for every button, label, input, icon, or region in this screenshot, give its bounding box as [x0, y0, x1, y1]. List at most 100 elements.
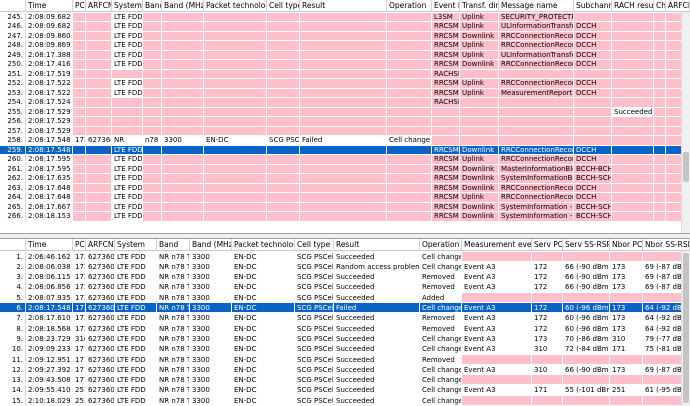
bottom-table-row[interactable]: 14.2:09:55.410251627360LTE FDDNR n78 TDD…	[0, 385, 690, 396]
top-col-header-op[interactable]: Operation	[387, 0, 432, 12]
top-cell-pci	[73, 155, 86, 165]
bottom-table-row[interactable]: 4.2:08:06.856173627360LTE FDDNR n78 TDD3…	[0, 282, 690, 293]
top-cell-op	[387, 98, 432, 108]
bottom-table-row[interactable]: 5.2:08:07.935172627360LTE FDDNR n78 TDD3…	[0, 292, 690, 303]
bottom-col-header-time[interactable]: Time	[26, 239, 73, 251]
bottom-event-table[interactable]: Time PCI ARFCN System Band Band (MHz) Packet t…	[0, 238, 690, 406]
top-col-header-ct[interactable]: Cell type	[267, 0, 300, 12]
top-table-row[interactable]: 257. 2:08:17.529	[0, 126, 690, 136]
bottom-cell-srsrp	[563, 395, 610, 406]
bottom-col-header-arfcn[interactable]: ARFCN	[86, 239, 115, 251]
bottom-table-row[interactable]: 9.2:08:23.729310627360LTE FDDNR n78 TDD3…	[0, 333, 690, 345]
bottom-col-header-sp[interactable]: Serv PCI	[532, 239, 563, 251]
bottom-cell-np: 171	[610, 344, 643, 355]
top-col-header-msg[interactable]: Message name	[499, 0, 574, 12]
top-table-row[interactable]: 263. 2:08:17.648 LTE FDD RRCSM Downlink RRCCo…	[0, 183, 690, 193]
bottom-table-row[interactable]: 6.2:08:17.548173627360LTE FDDNR n78 TDD3…	[0, 301, 690, 315]
bottom-cell-np	[610, 375, 643, 386]
top-table-row[interactable]: 260. 2:08:17.595 LTE FDD RRCSM Uplink RRCConn…	[0, 155, 690, 165]
bottom-col-header-result[interactable]: Result	[334, 239, 420, 251]
top-col-header-pt[interactable]: Packet technology	[204, 0, 267, 12]
top-cell-result: Failed	[300, 136, 387, 146]
top-cell-ch	[654, 117, 666, 127]
top-table-row[interactable]: 246. 2:08:09.682 LTE FDD RRCSM Uplink ULInfor…	[0, 22, 690, 32]
top-table-row[interactable]: 259. 2:08:17.548 LTE FDD RRCSM Downlink RRCCo…	[0, 144, 690, 156]
top-col-header-ev[interactable]: Event ID	[432, 0, 460, 12]
bottom-table-row[interactable]: 12.2:09:27.392171627360LTE FDDNR n78 TDD…	[0, 364, 690, 376]
top-col-header-ch[interactable]: Ch	[654, 0, 666, 12]
top-cell-arfcn	[86, 117, 112, 127]
bottom-table-row[interactable]: 15.2:10:18.029251627360LTE FDDNR n78 TDD…	[0, 395, 690, 406]
top-cell-system	[112, 117, 143, 127]
top-col-header-n[interactable]	[0, 0, 26, 12]
bottom-col-header-n[interactable]	[0, 239, 26, 251]
top-table-row[interactable]: 247. 2:08:09.860 LTE FDD RRCSM Downlink RRCCo…	[0, 31, 690, 41]
top-col-header-sub[interactable]: Subchannel	[574, 0, 612, 12]
bottom-col-header-nrsrp[interactable]: Nbor SS-RSRP	[643, 239, 690, 251]
top-col-header-pci[interactable]: PCI	[73, 0, 86, 12]
top-table-row[interactable]: 261. 2:08:17.595 LTE FDD RRCSM Downlink Maste…	[0, 164, 690, 174]
top-table-row[interactable]: 248. 2:08:09.869 LTE FDD RRCSM Uplink RRCConn…	[0, 41, 690, 51]
bottom-col-header-system[interactable]: System	[115, 239, 157, 251]
bottom-col-header-pt[interactable]: Packet technology	[232, 239, 295, 251]
bottom-table-scrollbar[interactable]	[681, 251, 690, 406]
top-cell-band	[143, 69, 162, 79]
bottom-table-row[interactable]: 11.2:09:12.951171627360LTE FDDNR n78 TDD…	[0, 354, 690, 365]
bottom-col-header-op[interactable]: Operation	[420, 239, 462, 251]
top-table-row[interactable]: 254.2:08:17.524 RACHSM	[0, 98, 690, 108]
bottom-table-row[interactable]: 1.2:06:46.162173627360LTE FDDNR n78 TDD3…	[0, 251, 690, 262]
top-table-row[interactable]: 249. 2:08:17.388 LTE FDD RRCSM Uplink ULInfor…	[0, 50, 690, 60]
top-col-header-bmhz[interactable]: Band (MHz)	[162, 0, 204, 12]
top-cell-sub	[574, 107, 612, 117]
top-col-header-result[interactable]: Result	[300, 0, 387, 12]
top-table-row[interactable]: 256. 2:08:17.529	[0, 117, 690, 127]
bottom-table-scrollbar-thumb[interactable]	[683, 253, 689, 403]
top-col-header-dir[interactable]: Transf. dir.	[460, 0, 499, 12]
top-col-header-arfcn2[interactable]: ARFCN	[666, 0, 690, 12]
top-cell-pt	[204, 202, 267, 212]
bottom-table-row[interactable]: 13.2:09:43.508171627360LTE FDDNR n78 TDD…	[0, 375, 690, 386]
top-table-row[interactable]: 262. 2:08:17.635 LTE FDD RRCSM Downlink Syste…	[0, 174, 690, 184]
bottom-col-header-me[interactable]: Measurement event	[462, 239, 532, 251]
bottom-col-header-bmhz[interactable]: Band (MHz)	[190, 239, 232, 251]
top-table-scrollbar[interactable]	[681, 12, 690, 233]
bottom-cell-me: Event A3	[462, 323, 532, 334]
bottom-cell-result: Succeeded	[334, 364, 420, 376]
top-message-table[interactable]: TimePCIARFCNSystemBandBand (MHz)Packet t…	[0, 0, 690, 234]
bottom-col-header-band[interactable]: Band	[157, 239, 190, 251]
top-col-header-arfcn[interactable]: ARFCN	[86, 0, 112, 12]
bottom-col-header-pci[interactable]: PCI	[73, 239, 86, 251]
top-table-scrollbar-thumb[interactable]	[683, 152, 689, 182]
top-table-row[interactable]: 264. 2:08:17.648 LTE FDD RRCSM Uplink RRCConn…	[0, 193, 690, 203]
top-col-header-system[interactable]: System	[112, 0, 143, 12]
bottom-col-header-np[interactable]: Nbor PCI	[610, 239, 643, 251]
bottom-table-row[interactable]: 2.2:08:06.038173627360LTE FDDNR n78 TDD3…	[0, 261, 690, 273]
bottom-cell-bmhz: 3300	[190, 261, 232, 273]
top-table-row[interactable]: 250. 2:08:17.416 LTE FDD RRCSM Downlink RRCCo…	[0, 60, 690, 70]
bottom-table-row[interactable]: 3.2:08:06.115173627360LTE FDDNR n78 TDD3…	[0, 272, 690, 283]
top-table-row[interactable]: 245. 2:08:09.682 LTE FDD L3SM Uplink SECURITY…	[0, 12, 690, 22]
top-cell-band	[143, 145, 162, 155]
top-table-row[interactable]: 258.2:08:17.548173627360NRn783300EN-DCSC…	[0, 136, 690, 146]
top-cell-band	[143, 193, 162, 203]
bottom-cell-me: Event A3	[462, 303, 532, 314]
top-table-row[interactable]: 266. 2:08:18.153 LTE FDD RRCSM Downlink Syste…	[0, 212, 690, 222]
bottom-table-row[interactable]: 8.2:08:18.568173627360LTE FDDNR n78 TDD3…	[0, 323, 690, 334]
bottom-table-row[interactable]: 10.2:09:09.233171627360LTE FDDNR n78 TDD…	[0, 344, 690, 355]
top-table-row[interactable]: 252. 2:08:17.522 LTE FDD RRCSM Uplink RRCConn…	[0, 79, 690, 89]
bottom-cell-band: NR n78 TDD	[157, 282, 190, 293]
bottom-col-header-ct[interactable]: Cell type	[295, 239, 334, 251]
bottom-cell-system: LTE FDD	[115, 344, 157, 355]
top-col-header-rach[interactable]: RACH result	[612, 0, 654, 12]
top-cell-system: LTE FDD	[112, 183, 143, 193]
bottom-cell-ct: SCG PSCell	[295, 292, 334, 303]
top-table-row[interactable]: 255. 2:08:17.529 Succeeded	[0, 107, 690, 117]
bottom-table-row[interactable]: 7.2:08:17.610173627360LTE FDDNR n78 TDD3…	[0, 313, 690, 324]
bottom-cell-arfcn: 627360	[86, 303, 115, 314]
top-table-row[interactable]: 265. 2:08:17.667 LTE FDD RRCSM Downlink Syste…	[0, 202, 690, 212]
top-col-header-band[interactable]: Band	[143, 0, 162, 12]
top-col-header-time[interactable]: Time	[26, 0, 73, 12]
top-table-row[interactable]: 251.2:08:17.519 RACHSM	[0, 69, 690, 79]
top-table-row[interactable]: 253. 2:08:17.522 LTE FDD RRCSM Uplink Measure…	[0, 88, 690, 98]
bottom-col-header-srsrp[interactable]: Serv SS-RSRP	[563, 239, 610, 251]
